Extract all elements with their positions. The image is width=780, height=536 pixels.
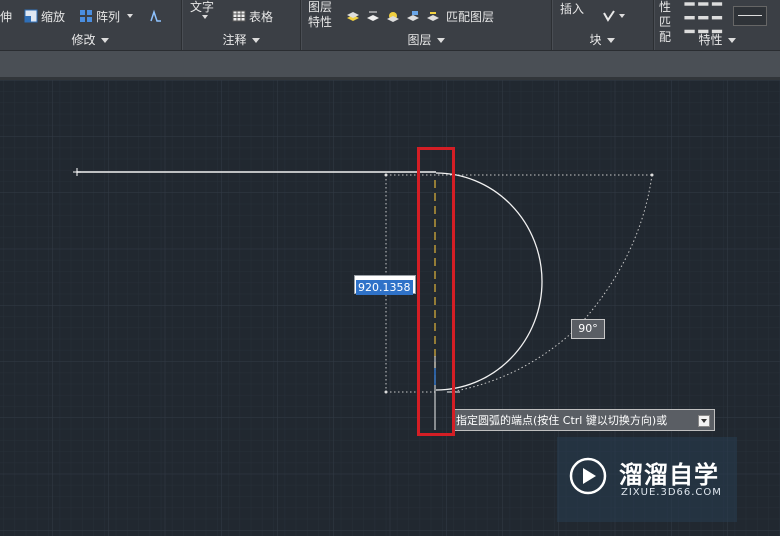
block-tool-button[interactable] [602, 9, 626, 23]
angle-value: 90° [578, 322, 598, 335]
command-prompt-tooltip: 指定圆弧的端点(按住 Ctrl 键以切换方向)或 [452, 409, 715, 431]
grip [650, 173, 654, 177]
ribbon: 伸 缩放 阵列 修改 文字 表格 注释 图层 特性 匹配图层 图层 插入 块 性… [0, 0, 780, 51]
scale-button[interactable]: 缩放 [24, 8, 65, 25]
table-label: 表格 [249, 9, 274, 24]
properties-panel-title[interactable]: 特性 [654, 31, 780, 49]
stretch-button[interactable]: 伸 [0, 8, 12, 25]
options-arrow-icon[interactable] [698, 415, 710, 427]
modify-panel: 伸 缩放 阵列 [0, 0, 163, 32]
scale-icon [24, 9, 38, 23]
layers-panel: 图层 特性 匹配图层 [308, 0, 494, 32]
grip [384, 390, 388, 394]
layer-tool-icon[interactable] [426, 9, 440, 23]
watermark-url: ZIXUE.3D66.COM [621, 487, 722, 498]
layers-title-text: 图层 [407, 33, 432, 47]
watermark-logo-icon [569, 457, 607, 495]
table-icon [232, 10, 246, 22]
stretch-label: 伸 [0, 9, 13, 24]
modify-title-text: 修改 [71, 33, 96, 47]
chevron-down-icon [100, 38, 109, 43]
table-button[interactable]: 表格 [232, 8, 273, 25]
match-layer-label: 匹配图层 [446, 9, 495, 24]
layers-panel-title[interactable]: 图层 [301, 31, 551, 49]
linetype-dropdown[interactable] [733, 6, 768, 26]
array-icon [80, 10, 93, 22]
chevron-down-icon [606, 38, 615, 43]
grip [384, 173, 388, 177]
array-label: 阵列 [96, 9, 121, 24]
prompt-text: 指定圆弧的端点(按住 Ctrl 键以切换方向)或 [456, 414, 668, 427]
text-button[interactable]: 文字 [190, 0, 214, 19]
text-label: 文字 [190, 0, 215, 14]
layer-tool-icon[interactable] [386, 9, 400, 23]
chevron-down-icon [127, 14, 134, 18]
chevron-down-icon [251, 38, 260, 43]
insert-button[interactable]: 插入 [560, 2, 584, 17]
watermark: 溜溜自学 ZIXUE.3D66.COM [557, 437, 737, 522]
layer-tool-icon[interactable] [406, 9, 420, 23]
insert-block-icon [603, 10, 615, 22]
chevron-down-icon [436, 38, 445, 43]
annotation-title-text: 注释 [222, 33, 247, 47]
dynamic-input-value: 920.1358 [356, 280, 413, 295]
array-button[interactable]: 阵列 [79, 8, 134, 25]
annotation-panel-title[interactable]: 注释 [182, 31, 300, 49]
insert-label: 插入 [560, 1, 585, 16]
layer-tools [346, 9, 440, 23]
layer-tool-icon[interactable] [366, 9, 380, 23]
file-tab-strip [0, 51, 780, 80]
layer-tool-icon[interactable] [346, 9, 360, 23]
layer-properties-line1: 图层 [308, 0, 333, 14]
modify-panel-title[interactable]: 修改 [0, 31, 180, 49]
stretch-icon [150, 9, 162, 22]
layer-properties-button[interactable]: 图层 特性 [308, 0, 332, 30]
watermark-brand: 溜溜自学 [619, 461, 719, 489]
block-panel: 插入 [560, 0, 626, 32]
annotation-panel: 文字 表格 [190, 0, 273, 32]
scale-label: 缩放 [41, 9, 66, 24]
linetype-sample [738, 15, 763, 16]
properties-panel: 特性 匹配 [659, 0, 768, 44]
chevron-down-icon [202, 14, 208, 19]
chevron-down-icon [619, 14, 626, 18]
match-properties-line1: 特性 [659, 0, 672, 14]
block-title-text: 块 [589, 33, 602, 47]
highlight-box [417, 147, 455, 436]
block-panel-title[interactable]: 块 [552, 31, 652, 49]
dynamic-input-field[interactable]: 920.1358 [354, 275, 416, 295]
properties-title-text: 特性 [698, 33, 723, 47]
cad-window: 伸 缩放 阵列 修改 文字 表格 注释 图层 特性 匹配图层 图层 插入 块 性… [0, 0, 780, 536]
angle-tooltip: 90° [571, 319, 605, 339]
layer-properties-line2: 特性 [308, 15, 333, 29]
match-layer-button[interactable]: 匹配图层 [446, 8, 494, 25]
chevron-down-icon [727, 38, 736, 43]
extra-modify-button[interactable] [149, 9, 163, 23]
